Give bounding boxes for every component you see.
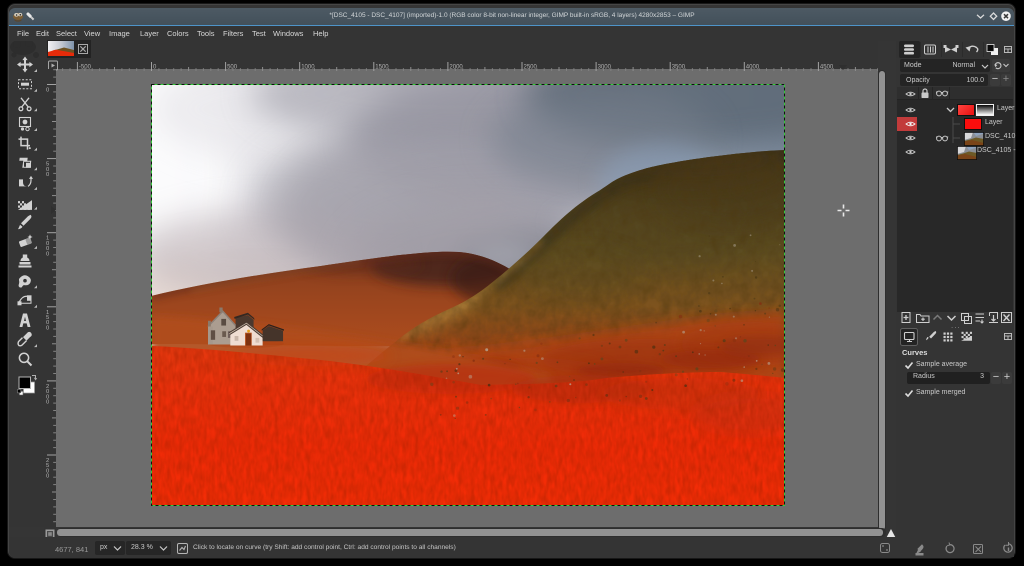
svg-text:2500: 2500 (524, 65, 538, 71)
svg-text:3000: 3000 (598, 65, 612, 71)
svg-text:3500: 3500 (672, 65, 686, 71)
svg-text:0: 0 (46, 172, 49, 178)
svg-text:0: 0 (46, 325, 49, 331)
svg-text:0: 0 (46, 400, 49, 406)
svg-text:-500: -500 (79, 65, 92, 71)
svg-text:0: 0 (153, 65, 157, 71)
svg-text:1000: 1000 (301, 65, 315, 71)
svg-text:0: 0 (46, 251, 49, 257)
svg-text:2000: 2000 (449, 65, 463, 71)
svg-text:0: 0 (46, 88, 49, 94)
svg-text:1500: 1500 (375, 65, 389, 71)
svg-text:4000: 4000 (746, 65, 760, 71)
svg-text:500: 500 (227, 65, 238, 71)
svg-text:4500: 4500 (820, 65, 834, 71)
svg-text:0: 0 (46, 474, 49, 480)
